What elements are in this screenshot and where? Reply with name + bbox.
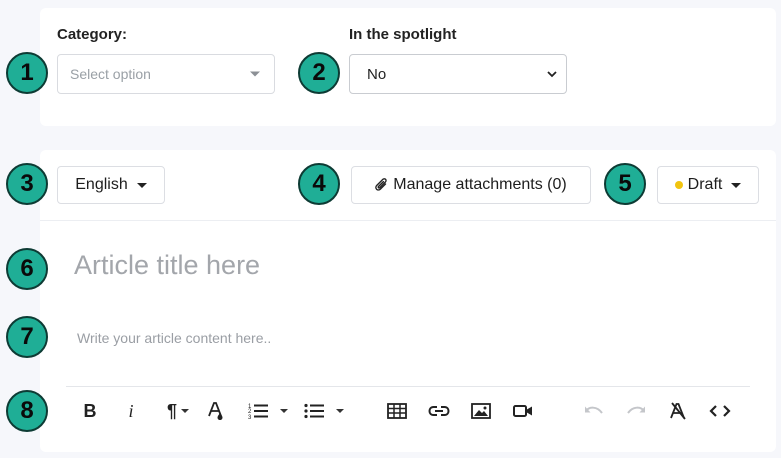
undo-button[interactable] [583, 398, 605, 424]
code-view-icon [709, 405, 731, 417]
caret-down-icon [136, 182, 147, 188]
video-button[interactable] [512, 398, 534, 424]
link-icon [428, 406, 450, 416]
status-dropdown-button[interactable]: Draft [657, 166, 759, 204]
table-icon [387, 403, 407, 419]
category-label: Category: [57, 26, 128, 43]
clear-formatting-icon [670, 402, 686, 420]
link-button[interactable] [428, 398, 450, 424]
article-title-input[interactable]: Article title here [74, 250, 260, 281]
clear-formatting-button[interactable] [667, 398, 689, 424]
caret-down-icon [336, 409, 344, 413]
redo-button[interactable] [625, 398, 647, 424]
callout-marker-1: 1 [6, 52, 48, 94]
manage-attachments-button[interactable]: Manage attachments (0) [351, 166, 591, 204]
caret-down-icon [731, 182, 742, 188]
unordered-list-button[interactable] [303, 398, 345, 424]
article-content-input[interactable]: Write your article content here.. [77, 330, 271, 346]
unordered-list-icon [304, 403, 324, 419]
svg-text:3: 3 [248, 415, 252, 420]
paperclip-icon [375, 178, 387, 191]
caret-down-icon [181, 409, 189, 413]
bold-icon[interactable]: B [82, 398, 98, 424]
chevron-down-icon [547, 71, 557, 78]
category-select[interactable]: Select option [57, 54, 275, 94]
status-value: Draft [687, 176, 723, 193]
callout-marker-6: 6 [6, 248, 48, 290]
table-button[interactable] [386, 398, 408, 424]
status-dot-icon [674, 181, 683, 189]
italic-icon[interactable]: i [125, 398, 137, 424]
spotlight-select-value: No [367, 65, 387, 83]
language-value: English [75, 176, 128, 193]
image-icon [471, 403, 491, 419]
callout-marker-8: 8 [6, 390, 48, 432]
code-view-button[interactable] [709, 398, 731, 424]
text-color-icon [208, 402, 223, 420]
paragraph-format-icon: ¶ [166, 400, 177, 421]
toolbar-divider [66, 386, 750, 387]
ordered-list-button[interactable]: 1 2 3 [247, 398, 289, 424]
callout-marker-7: 7 [6, 316, 48, 358]
callout-marker-2: 2 [298, 52, 340, 94]
callout-marker-5: 5 [604, 163, 646, 205]
callout-marker-3: 3 [6, 163, 48, 205]
header-divider [40, 220, 776, 221]
chevron-down-icon [250, 71, 260, 77]
category-select-placeholder: Select option [70, 66, 151, 82]
redo-icon [627, 406, 645, 414]
undo-icon [585, 406, 603, 414]
paragraph-format-button[interactable]: ¶ [162, 398, 194, 424]
manage-attachments-label: Manage attachments (0) [393, 176, 567, 193]
caret-down-icon [280, 409, 288, 413]
ordered-list-icon: 1 2 3 [248, 404, 268, 420]
language-dropdown-button[interactable]: English [57, 166, 165, 204]
video-icon [513, 405, 532, 417]
callout-marker-4: 4 [298, 163, 340, 205]
text-color-button[interactable] [206, 398, 226, 424]
spotlight-label: In the spotlight [349, 26, 457, 43]
image-button[interactable] [470, 398, 492, 424]
spotlight-select[interactable]: No [349, 54, 567, 94]
